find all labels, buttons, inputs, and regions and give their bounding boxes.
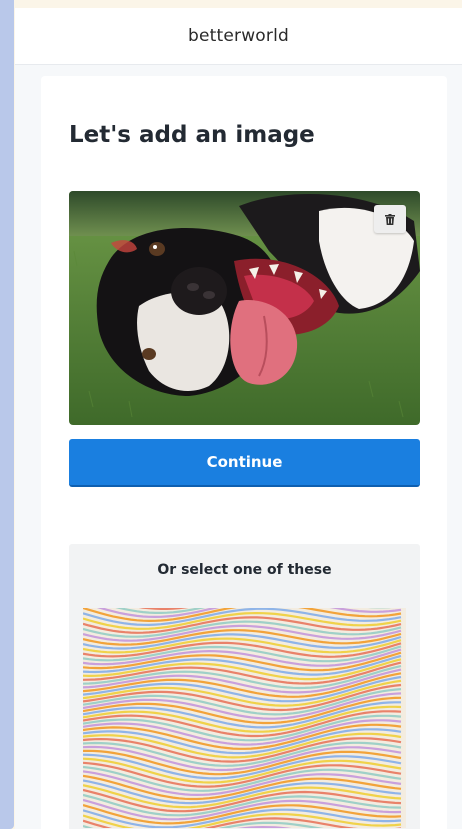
- add-image-card: Let's add an image Continue Or select on…: [41, 76, 447, 829]
- alternatives-panel: Or select one of these: [69, 544, 420, 829]
- uploaded-photo: [69, 191, 420, 425]
- alternatives-heading: Or select one of these: [157, 562, 332, 578]
- dog-photo-image: [69, 191, 420, 425]
- continue-button[interactable]: Continue: [69, 439, 420, 487]
- top-bar: betterworld: [15, 8, 462, 65]
- app-screen: betterworld Let's add an image Continue …: [15, 8, 462, 829]
- trash-icon: [385, 213, 395, 225]
- brand-logo: betterworld: [187, 26, 290, 46]
- page-title: Let's add an image: [69, 122, 315, 148]
- alternative-image-option[interactable]: [83, 608, 406, 828]
- delete-image-button[interactable]: [374, 205, 406, 233]
- background-panel: [0, 0, 14, 829]
- wavy-stripes-image: [83, 608, 406, 828]
